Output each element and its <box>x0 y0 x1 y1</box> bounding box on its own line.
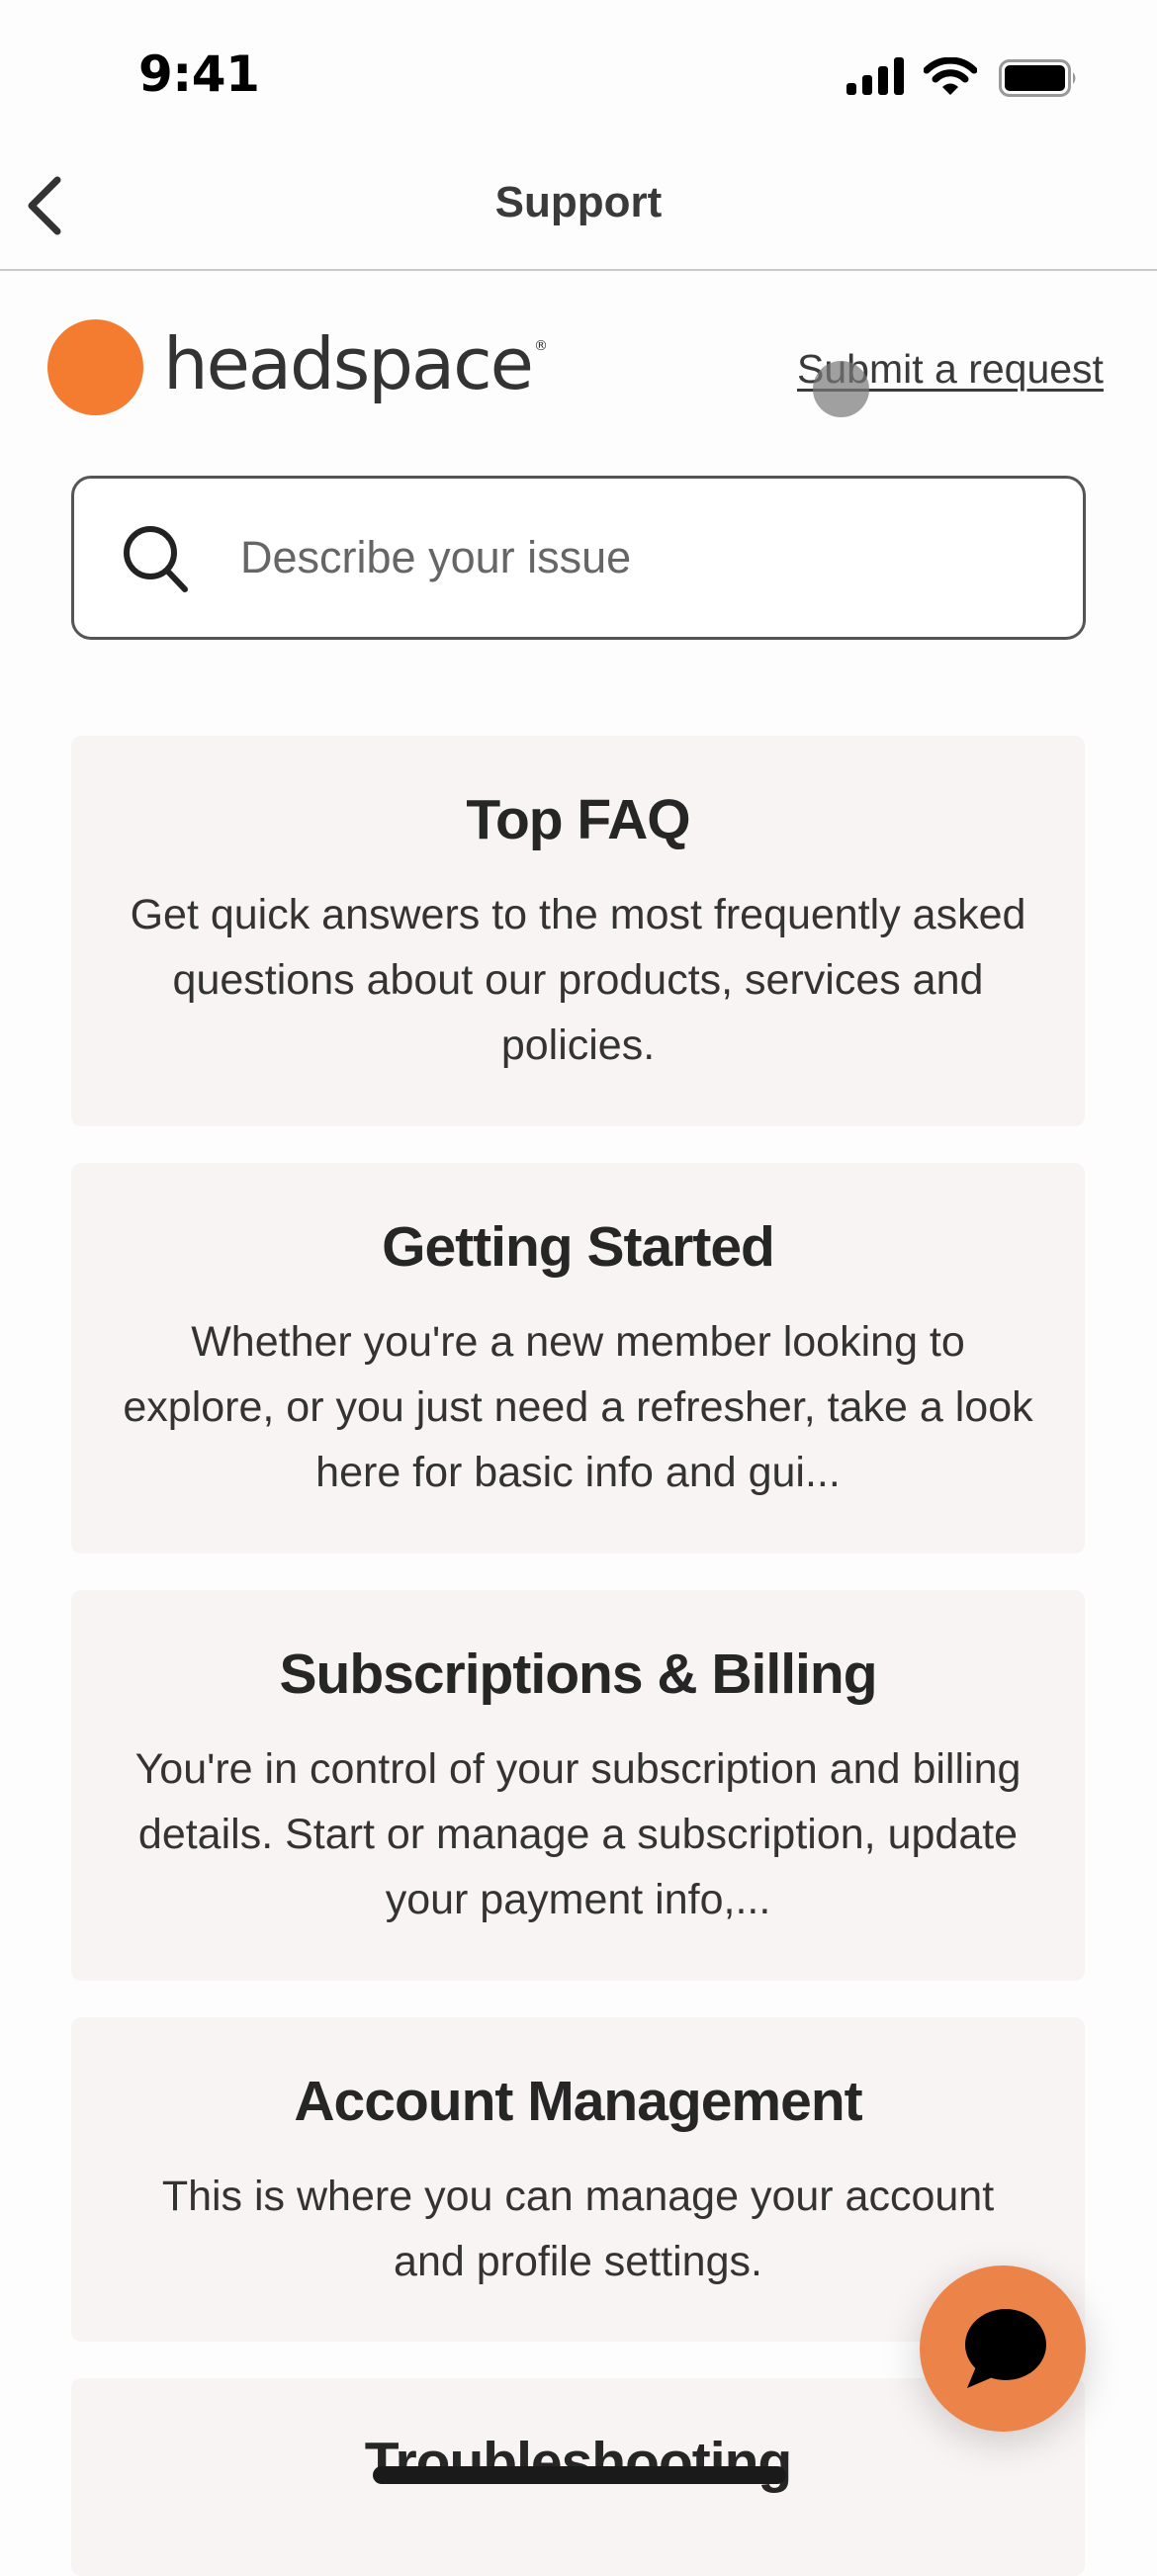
search-box[interactable] <box>71 476 1086 640</box>
registered-mark: ® <box>533 338 548 354</box>
card-title: Subscriptions & Billing <box>279 1643 877 1706</box>
submit-request-link[interactable]: Submit a request <box>797 346 1104 393</box>
card-title: Getting Started <box>382 1215 775 1279</box>
cellular-signal-icon <box>846 57 904 95</box>
wifi-icon <box>924 57 977 95</box>
brand-name: headspace <box>163 322 534 405</box>
category-card-top-faq[interactable]: Top FAQ Get quick answers to the most fr… <box>71 736 1085 1126</box>
card-description: You're in control of your subscription a… <box>134 1745 1022 1923</box>
status-time: 9:41 <box>138 45 260 103</box>
card-description: This is where you can manage your accoun… <box>161 2173 995 2285</box>
search-icon <box>124 526 188 592</box>
category-card-subscriptions-billing[interactable]: Subscriptions & Billing You're in contro… <box>71 1590 1085 1981</box>
card-title: Account Management <box>294 2070 862 2133</box>
headspace-logo-dot <box>47 319 143 415</box>
battery-icon <box>999 59 1076 97</box>
search-input[interactable] <box>240 508 1051 607</box>
page-title: Support <box>494 178 663 226</box>
card-title: Top FAQ <box>466 788 690 851</box>
chat-button[interactable] <box>920 2265 1086 2432</box>
category-card-getting-started[interactable]: Getting Started Whether you're a new mem… <box>71 1163 1085 1554</box>
card-description: Whether you're a new member looking to e… <box>123 1318 1033 1496</box>
headspace-wordmark: headspace ® <box>163 322 548 405</box>
home-indicator <box>373 2466 786 2484</box>
card-title: Troubleshooting <box>364 2431 792 2494</box>
nav-divider <box>0 269 1157 271</box>
card-description: Get quick answers to the most frequently… <box>130 891 1026 1069</box>
category-card-account-management[interactable]: Account Management This is where you can… <box>71 2017 1085 2342</box>
chat-bubble-icon <box>965 2309 1046 2388</box>
